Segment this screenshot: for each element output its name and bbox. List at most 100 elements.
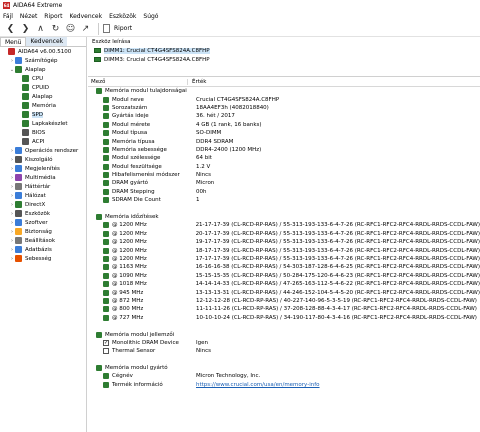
- tree-item[interactable]: AIDA64 v6.00.5100: [0, 47, 86, 56]
- tree-item[interactable]: Alaplap: [0, 92, 86, 101]
- property-row[interactable]: Cégnév Micron Technology, Inc.: [88, 372, 480, 380]
- menu-favorites[interactable]: Kedvencek: [69, 13, 102, 20]
- property-row[interactable]: Gyártás ideje 36. hét / 2017: [88, 112, 480, 120]
- tab-favorites[interactable]: Kedvencek: [26, 37, 68, 46]
- app-icon: 64: [3, 2, 10, 9]
- tree-item-label: Szoftver: [25, 219, 48, 226]
- property-field: ✓ Monolithic DRAM Device: [88, 339, 196, 346]
- property-row[interactable]: Thermal Sensor Nincs: [88, 347, 480, 355]
- tree-item[interactable]: › Megjelenítés: [0, 164, 86, 173]
- tree-item[interactable]: › Háttértár: [0, 182, 86, 191]
- property-row[interactable]: DRAM Stepping 00h: [88, 188, 480, 196]
- forward-icon[interactable]: ❯: [19, 22, 32, 35]
- tree-item[interactable]: ⌄ Alaplap: [0, 65, 86, 74]
- tree-item-icon: [22, 93, 29, 100]
- property-row[interactable]: Modul mérete 4 GB (1 rank, 16 banks): [88, 121, 480, 129]
- property-field: Memória időzítések: [88, 214, 159, 221]
- property-row[interactable]: Termék információ https://www.crucial.com…: [88, 381, 480, 389]
- product-info-link[interactable]: https://www.crucial.com/usa/en/memory-in…: [196, 382, 320, 388]
- tree-item-label: Eszközök: [25, 210, 51, 217]
- tree-item[interactable]: Lapkakészlet: [0, 119, 86, 128]
- tree-item-label: Alaplap: [25, 66, 46, 73]
- property-row[interactable]: Sorozatszám 18AA4EF3h (4082018840): [88, 104, 480, 112]
- property-row[interactable]: Modul neve Crucial CT4G4SFS824A.C8FHP: [88, 95, 480, 103]
- tree-item[interactable]: › DirectX: [0, 200, 86, 209]
- tree-item[interactable]: › Multimédia: [0, 173, 86, 182]
- property-field: Memória típusa: [88, 138, 196, 145]
- property-row[interactable]: @ 1163 MHz 16-16-16-38 (CL-RCD-RP-RAS) / …: [88, 263, 480, 271]
- tree-item[interactable]: CPU: [0, 74, 86, 83]
- property-row[interactable]: @ 945 MHz 13-13-13-31 (CL-RCD-RP-RAS) / 4…: [88, 288, 480, 296]
- tree-item[interactable]: › Szoftver: [0, 218, 86, 227]
- device-item[interactable]: DIMM3: Crucial CT4G4SFS824A.C8FHP: [88, 55, 480, 64]
- back-icon[interactable]: ❮: [4, 22, 17, 35]
- property-row[interactable]: Memória sebessége DDR4-2400 (1200 MHz): [88, 146, 480, 154]
- tree-item[interactable]: › Számítógép: [0, 56, 86, 65]
- field-label: @ 1200 MHz: [112, 247, 147, 254]
- tree-item[interactable]: › Hálózat: [0, 191, 86, 200]
- tree-item[interactable]: › Adatbázis: [0, 245, 86, 254]
- tree-item[interactable]: › Eszközök: [0, 209, 86, 218]
- column-value[interactable]: Érték: [188, 79, 206, 85]
- menu-tools[interactable]: Eszközök: [109, 13, 136, 20]
- tree-item[interactable]: Memória: [0, 101, 86, 110]
- property-row[interactable]: @ 872 MHz 12-12-12-28 (CL-RCD-RP-RAS) / 4…: [88, 297, 480, 305]
- property-field: @ 872 MHz: [88, 297, 196, 304]
- tree-item[interactable]: CPUID: [0, 83, 86, 92]
- property-row[interactable]: @ 1018 MHz 14-14-14-33 (CL-RCD-RP-RAS) / …: [88, 280, 480, 288]
- tree-item[interactable]: › Sebesség: [0, 254, 86, 263]
- property-field: Gyártás ideje: [88, 113, 196, 120]
- tree-item[interactable]: BIOS: [0, 128, 86, 137]
- property-row[interactable]: DRAM gyártó Micron: [88, 179, 480, 187]
- tree-item[interactable]: › Operációs rendszer: [0, 146, 86, 155]
- tree-item-label: Lapkakészlet: [32, 120, 68, 127]
- tree-item[interactable]: › Biztonság: [0, 227, 86, 236]
- property-row[interactable]: Memória típusa DDR4 SDRAM: [88, 137, 480, 145]
- field-label: DRAM Stepping: [112, 188, 155, 195]
- tree-item-icon: [15, 228, 22, 235]
- tree-item[interactable]: SPD: [0, 110, 86, 119]
- property-row[interactable]: @ 727 MHz 10-10-10-24 (CL-RCD-RP-RAS) / 3…: [88, 314, 480, 322]
- property-row[interactable]: @ 1200 MHz 17-17-17-39 (CL-RCD-RP-RAS) / …: [88, 255, 480, 263]
- up-icon[interactable]: ∧: [34, 22, 47, 35]
- property-row[interactable]: @ 1200 MHz 19-17-17-39 (CL-RCD-RP-RAS) / …: [88, 238, 480, 246]
- tree-item[interactable]: › Beállítások: [0, 236, 86, 245]
- property-row[interactable]: SDRAM Die Count 1: [88, 196, 480, 204]
- tab-menu[interactable]: Menü: [0, 37, 27, 46]
- menu-report[interactable]: Riport: [44, 13, 62, 20]
- property-value: Nincs: [196, 348, 212, 355]
- property-field: @ 1090 MHz: [88, 272, 196, 279]
- tree-item-icon: [22, 102, 29, 109]
- menu-view[interactable]: Nézet: [20, 13, 37, 20]
- property-row[interactable]: Hibafelismerési módszer Nincs: [88, 171, 480, 179]
- property-row[interactable]: @ 1200 MHz 21-17-17-39 (CL-RCD-RP-RAS) / …: [88, 221, 480, 229]
- property-row[interactable]: Modul feszültsége 1.2 V: [88, 163, 480, 171]
- checkbox-unchecked[interactable]: [103, 348, 109, 355]
- property-row[interactable]: @ 1090 MHz 15-15-15-35 (CL-RCD-RP-RAS) / …: [88, 272, 480, 280]
- property-row[interactable]: ✓ Monolithic DRAM Device Igen: [88, 339, 480, 347]
- tree-item[interactable]: › Kiszolgáló: [0, 155, 86, 164]
- refresh-icon[interactable]: ↻: [49, 22, 62, 35]
- user-icon[interactable]: ☺: [64, 22, 77, 35]
- property-value: 17-17-17-39 (CL-RCD-RP-RAS) / 55-313-193…: [195, 256, 480, 262]
- property-value: Nincs: [196, 172, 212, 179]
- property-row[interactable]: Modul szélessége 64 bit: [88, 154, 480, 162]
- column-field[interactable]: Mező: [88, 78, 188, 85]
- checkbox-checked[interactable]: ✓: [103, 339, 109, 346]
- menu-file[interactable]: Fájl: [3, 13, 13, 20]
- field-label: @ 800 MHz: [112, 306, 144, 313]
- property-field: SDRAM Die Count: [88, 197, 196, 204]
- chart-icon[interactable]: ↗: [79, 22, 92, 35]
- property-row[interactable]: @ 800 MHz 11-11-11-26 (CL-RCD-RP-RAS) / 3…: [88, 305, 480, 313]
- property-row[interactable]: Modul típusa SO-DIMM: [88, 129, 480, 137]
- field-label: Memória modul gyártó: [105, 365, 168, 372]
- menu-help[interactable]: Súgó: [143, 13, 158, 20]
- device-item[interactable]: DIMM1: Crucial CT4G4SFS824A.C8FHP: [88, 46, 480, 55]
- property-value: 1: [196, 197, 200, 204]
- property-row[interactable]: @ 1200 MHz 18-17-17-39 (CL-RCD-RP-RAS) / …: [88, 246, 480, 254]
- property-row[interactable]: @ 1200 MHz 20-17-17-39 (CL-RCD-RP-RAS) / …: [88, 230, 480, 238]
- property-field: Modul neve: [88, 96, 196, 103]
- field-label: Modul típusa: [112, 130, 148, 137]
- report-button[interactable]: Riport: [103, 24, 132, 33]
- tree-item[interactable]: ACPI: [0, 137, 86, 146]
